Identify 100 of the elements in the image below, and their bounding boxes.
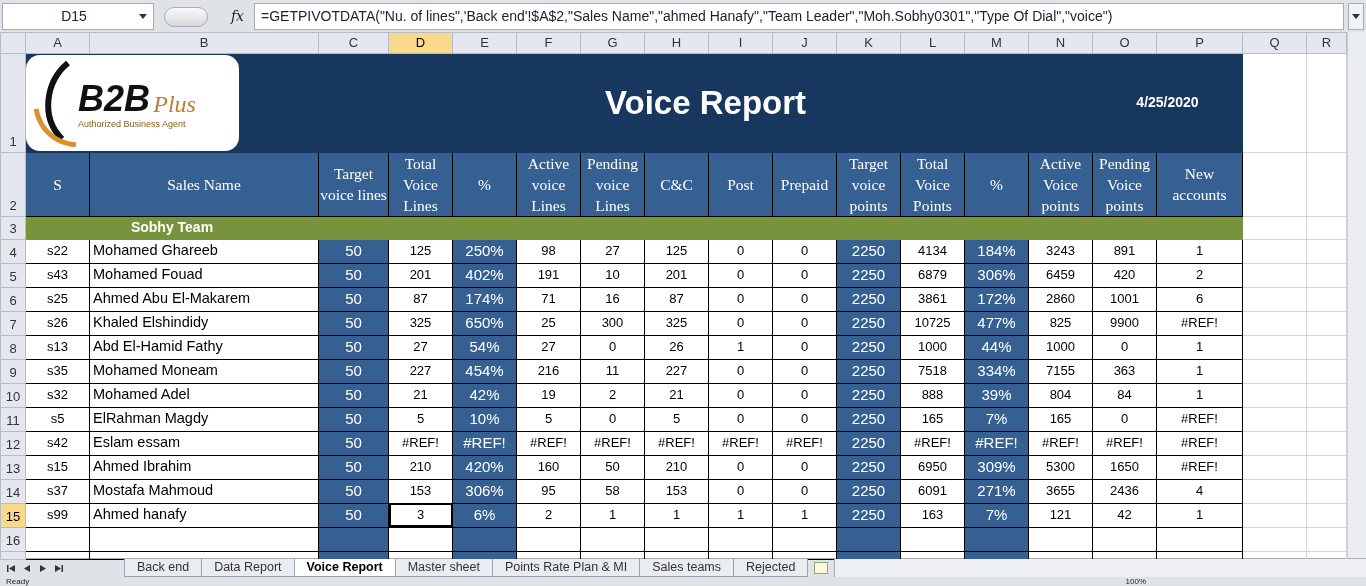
table-cell: 0 [708,263,773,287]
table-cell: 121 [1028,503,1093,527]
table-cell: 3243 [1028,239,1093,263]
logo-mark: B2B [78,79,151,119]
column-header[interactable]: N [1028,32,1093,53]
column-heading: C&C [644,152,709,216]
table-cell: 0 [772,335,837,359]
row-header[interactable]: 15 [0,503,26,527]
table-cell: 27 [388,335,453,359]
column-header[interactable]: Q [1242,32,1307,53]
column-header[interactable]: I [708,32,773,53]
insert-function-button[interactable]: fx [230,6,244,27]
column-header[interactable]: A [25,32,90,53]
column-header[interactable]: G [580,32,645,53]
team-header: Sobhy Team [25,216,319,239]
table-cell: 420 [1092,263,1157,287]
table-cell: 1 [708,503,773,527]
table-cell: 825 [1028,311,1093,335]
row-header[interactable]: 16 [0,527,26,551]
row-header[interactable]: 10 [0,383,26,407]
table-cell: 6 [1156,287,1243,311]
horizontal-scrollbar[interactable] [834,559,1366,577]
row-header[interactable]: 3 [0,216,26,239]
table-cell: 201 [388,263,453,287]
table-cell: 11 [580,359,645,383]
column-header[interactable]: B [89,32,319,53]
column-header[interactable]: R [1306,32,1347,53]
first-sheet-icon[interactable] [6,563,16,573]
table-cell: #REF! [900,431,965,455]
table-cell: 2860 [1028,287,1093,311]
row-header[interactable]: 2 [0,152,26,216]
table-cell: 160 [516,455,581,479]
splitter-handle[interactable] [164,6,208,27]
table-cell: 5300 [1028,455,1093,479]
sheet-tab[interactable]: Master sheet [394,559,493,577]
table-cell: s15 [25,455,90,479]
table-cell: 0 [772,383,837,407]
row-header[interactable]: 12 [0,431,26,455]
table-cell: 5 [516,407,581,431]
table-cell: 0 [772,407,837,431]
column-header[interactable]: F [516,32,581,53]
previous-sheet-icon[interactable] [22,563,32,573]
formula-field[interactable]: =GETPIVOTDATA("Nu. of lines",'Back end'!$A$2,"Sales Name","ahmed Hanafy","Team Leader","Moh.Sobhy0301","Type Of Dial","voice") [254,3,1344,30]
table-cell: #REF! [644,431,709,455]
column-header[interactable]: D [388,32,453,53]
status-text: Ready [6,577,30,586]
last-sheet-icon[interactable] [54,563,64,573]
table-cell: 0 [708,455,773,479]
column-heading: New accounts [1156,152,1243,216]
sheet-tab[interactable]: Rejected [733,559,809,577]
row-header[interactable]: 6 [0,287,26,311]
sheet-tab[interactable]: Back end [124,559,203,577]
report-title: Voice Report [603,82,808,123]
zoom-level: 100% [1125,577,1146,586]
sheet-tab[interactable]: Sales teams [639,559,735,577]
column-header[interactable]: J [772,32,837,53]
column-heading: Active voice Lines [516,152,581,216]
table-cell[interactable]: 3 [388,503,453,527]
row-header[interactable]: 13 [0,455,26,479]
table-cell: s26 [25,311,90,335]
column-header[interactable]: H [644,32,709,53]
row-header[interactable]: 5 [0,263,26,287]
column-header[interactable]: C [318,32,389,53]
row-header[interactable]: 4 [0,239,26,263]
row-header[interactable]: 1 [0,53,26,152]
sheet-tab[interactable]: Data Report [201,559,295,577]
column-heading: Pending voice Lines [580,152,645,216]
table-cell: 804 [1028,383,1093,407]
table-cell: 84 [1092,383,1157,407]
row-header[interactable]: 14 [0,479,26,503]
table-cell: ElRahman Magdy [89,407,319,431]
row-header[interactable]: 11 [0,407,26,431]
table-cell: 125 [388,239,453,263]
table-cell: #REF! [1028,431,1093,455]
column-header[interactable]: E [452,32,517,53]
report-date: 4/25/2020 [1135,92,1200,111]
column-header[interactable]: K [836,32,901,53]
column-header[interactable]: P [1156,32,1243,53]
row-header[interactable]: 7 [0,311,26,335]
table-cell: Khaled Elshindidy [89,311,319,335]
table-cell: 1 [580,503,645,527]
caret-icon[interactable] [139,14,147,19]
sheet-tab[interactable]: Voice Report [293,559,396,577]
table-cell: s37 [25,479,90,503]
row-header[interactable]: 9 [0,359,26,383]
table-cell: s13 [25,335,90,359]
next-sheet-icon[interactable] [38,563,48,573]
table-cell: 0 [708,239,773,263]
table-cell: 4 [1156,479,1243,503]
sheet-tab[interactable]: Points Rate Plan & MI [491,559,641,577]
expand-button[interactable] [1348,3,1364,30]
name-box[interactable]: D15 [2,3,154,30]
column-header[interactable]: M [964,32,1029,53]
column-header[interactable]: L [900,32,965,53]
table-cell: 0 [772,479,837,503]
table-cell: s43 [25,263,90,287]
vertical-scrollbar[interactable] [1347,32,1366,558]
table-cell: 0 [708,479,773,503]
row-header[interactable]: 8 [0,335,26,359]
column-header[interactable]: O [1092,32,1157,53]
